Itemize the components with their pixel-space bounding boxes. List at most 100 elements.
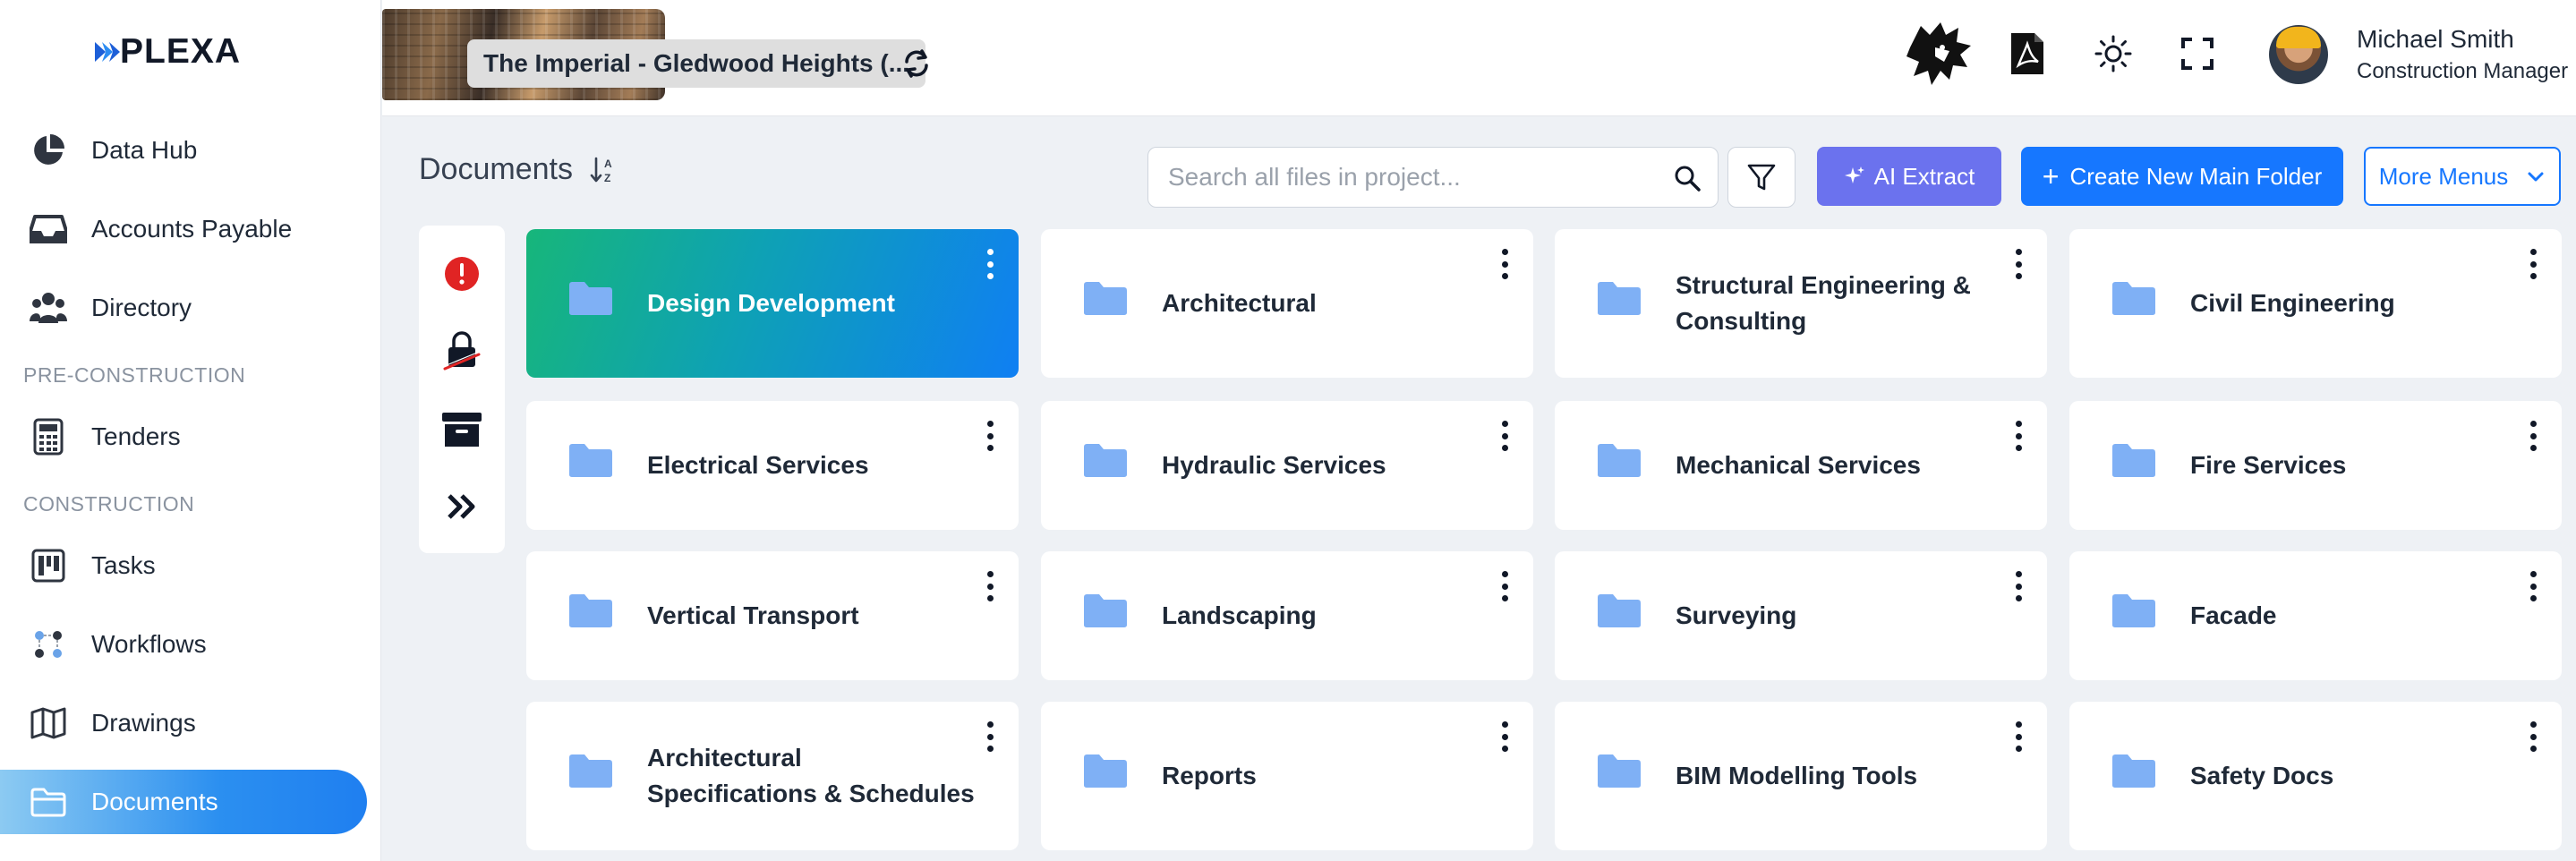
folder-card[interactable]: Civil Engineering (2069, 229, 2562, 378)
sort-az-icon[interactable]: AZ (589, 155, 619, 185)
avatar[interactable] (2269, 25, 2328, 84)
folder-card[interactable]: Landscaping (1041, 551, 1533, 680)
sidebar-item-workflows[interactable]: Workflows (0, 612, 367, 677)
more-menus-button[interactable]: More Menus (2364, 147, 2561, 206)
lion-logo-icon[interactable] (1904, 18, 1975, 90)
folder-card[interactable]: Reports (1041, 702, 1533, 850)
kebab-menu-icon[interactable] (1497, 249, 1512, 279)
search-icon[interactable] (1673, 164, 1702, 192)
kebab-menu-icon[interactable] (2011, 421, 2026, 451)
folder-card[interactable]: Electrical Services (526, 401, 1019, 530)
sidebar-item-directory[interactable]: Directory (0, 276, 367, 340)
calculator-icon (29, 417, 68, 456)
sidebar-item-tasks[interactable]: Tasks (0, 533, 367, 598)
folder-label: Mechanical Services (1676, 451, 1921, 479)
plus-icon: + (2042, 160, 2060, 192)
folder-icon (1082, 753, 1129, 789)
sidebar-item-label: Workflows (91, 630, 207, 658)
user-role: Construction Manager (2357, 59, 2569, 83)
folder-label: Facade (2190, 601, 2277, 629)
kebab-menu-icon[interactable] (2526, 421, 2540, 451)
folder-icon (2111, 753, 2157, 789)
folder-label: Fire Services (2190, 451, 2347, 479)
svg-text:A: A (604, 158, 612, 170)
sidebar-item-documents[interactable]: Documents (0, 770, 367, 834)
sidebar-item-label: Directory (91, 294, 192, 321)
folder-icon (1082, 592, 1129, 628)
folder-label: Design Development (647, 289, 895, 317)
sidebar-item-accounts-payable[interactable]: Accounts Payable (0, 197, 367, 261)
kebab-menu-icon[interactable] (2526, 571, 2540, 601)
workflow-icon (29, 625, 68, 664)
lock-icon[interactable] (440, 329, 483, 372)
folder-card[interactable]: Hydraulic Services (1041, 401, 1533, 530)
folder-label: Electrical Services (647, 451, 869, 479)
pie-chart-icon (29, 131, 68, 170)
folder-label: Landscaping (1162, 601, 1317, 629)
filter-button[interactable] (1727, 147, 1796, 208)
brand-name: PLEXA (120, 32, 242, 71)
sidebar-item-data-hub[interactable]: Data Hub (0, 118, 367, 183)
folder-card[interactable]: Structural Engineering & Consulting (1555, 229, 2047, 378)
inbox-tray-icon (29, 209, 68, 249)
plexa-logo[interactable]: PLEXA (93, 32, 241, 72)
folder-card[interactable]: Safety Docs (2069, 702, 2562, 850)
folder-card[interactable]: Architectural (1041, 229, 1533, 378)
folder-card[interactable]: Surveying (1555, 551, 2047, 680)
refresh-icon[interactable] (896, 43, 937, 84)
kebab-menu-icon[interactable] (1497, 571, 1512, 601)
folder-icon (2111, 442, 2157, 478)
kebab-menu-icon[interactable] (2011, 571, 2026, 601)
kebab-menu-icon[interactable] (983, 249, 997, 279)
kebab-menu-icon[interactable] (1497, 421, 1512, 451)
kebab-menu-icon[interactable] (983, 421, 997, 451)
create-main-folder-button[interactable]: + Create New Main Folder (2021, 147, 2343, 206)
folder-card[interactable]: Facade (2069, 551, 2562, 680)
alert-icon[interactable] (440, 252, 483, 295)
archive-icon[interactable] (440, 408, 483, 451)
kebab-menu-icon[interactable] (2011, 249, 2026, 279)
folder-icon (1082, 442, 1129, 478)
ai-extract-label: AI Extract (1873, 162, 1975, 190)
pdf-icon[interactable] (2000, 27, 2054, 81)
folder-icon (567, 592, 614, 628)
folder-icon (567, 753, 614, 789)
search-box (1147, 147, 1719, 208)
section-pre-construction: PRE-CONSTRUCTION (23, 363, 246, 387)
sidebar-item-tenders[interactable]: Tenders (0, 405, 367, 469)
page-title-text: Documents (419, 152, 573, 186)
folder-icon (1596, 592, 1642, 628)
folder-icon (2111, 592, 2157, 628)
kebab-menu-icon[interactable] (983, 571, 997, 601)
folder-label: Hydraulic Services (1162, 451, 1386, 479)
fullscreen-icon[interactable] (2171, 27, 2224, 81)
sidebar-item-label: Tasks (91, 551, 156, 579)
plexa-logo-icon (95, 42, 120, 62)
folder-label: Architectural Specifications & Schedules (647, 744, 975, 807)
ai-extract-button[interactable]: AI Extract (1817, 147, 2001, 206)
folder-card[interactable]: Fire Services (2069, 401, 2562, 530)
sun-icon[interactable] (2086, 27, 2140, 81)
sidebar-item-label: Drawings (91, 709, 196, 737)
kebab-menu-icon[interactable] (2526, 721, 2540, 752)
folder-card[interactable]: Vertical Transport (526, 551, 1019, 680)
kebab-menu-icon[interactable] (983, 721, 997, 752)
folder-card[interactable]: Architectural Specifications & Schedules (526, 702, 1019, 850)
people-icon (29, 288, 68, 328)
sidebar-item-label: Tenders (91, 422, 181, 450)
double-chevron-right-icon[interactable] (440, 485, 483, 528)
kebab-menu-icon[interactable] (1497, 721, 1512, 752)
user-name[interactable]: Michael Smith (2357, 25, 2514, 54)
folder-card[interactable]: Design Development (526, 229, 1019, 378)
map-icon (29, 703, 68, 743)
kebab-menu-icon[interactable] (2011, 721, 2026, 752)
sidebar-item-label: Accounts Payable (91, 215, 293, 243)
folder-card[interactable]: BIM Modelling Tools (1555, 702, 2047, 850)
sidebar-item-drawings[interactable]: Drawings (0, 691, 367, 755)
search-input[interactable] (1168, 163, 1651, 192)
kebab-menu-icon[interactable] (2526, 249, 2540, 279)
folder-label: Vertical Transport (647, 601, 859, 629)
project-selector[interactable]: The Imperial - Gledwood Heights (... (467, 39, 926, 88)
folder-card[interactable]: Mechanical Services (1555, 401, 2047, 530)
sidebar: PLEXA Data Hub Accounts Payable Director… (0, 0, 381, 861)
